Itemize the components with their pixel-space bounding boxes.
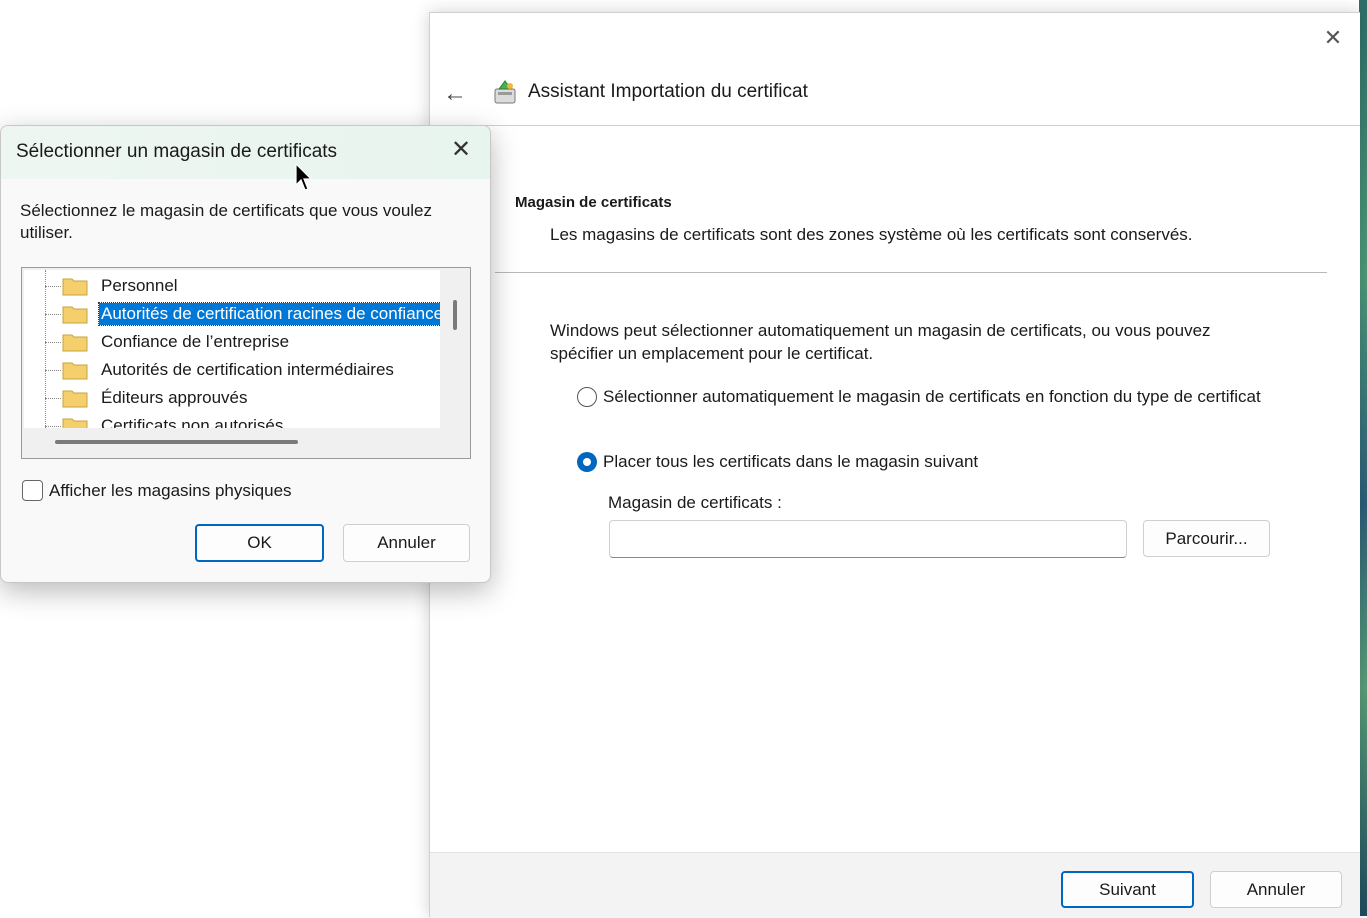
mouse-cursor-icon — [295, 163, 313, 191]
tree-connector — [45, 426, 61, 427]
desktop-background — [1359, 0, 1367, 916]
store-field-label: Magasin de certificats : — [608, 493, 782, 512]
close-icon[interactable]: ✕ — [1322, 27, 1344, 49]
select-store-dialog: Sélectionner un magasin de certificats ✕… — [0, 125, 491, 583]
tree-connector — [45, 286, 61, 287]
store-tree[interactable]: Personnel Autorités de certification rac… — [21, 267, 471, 459]
show-physical-stores-label: Afficher les magasins physiques — [49, 480, 292, 500]
tree-item-trusted-publishers[interactable]: Éditeurs approuvés — [24, 384, 440, 412]
folder-icon — [62, 306, 88, 324]
show-physical-stores-option[interactable]: Afficher les magasins physiques — [22, 480, 292, 501]
browse-button[interactable]: Parcourir... — [1143, 520, 1270, 557]
wizard-title: Assistant Importation du certificat — [528, 81, 808, 102]
tree-connector — [45, 398, 61, 399]
dialog-close-icon[interactable]: ✕ — [449, 138, 473, 162]
tree-item-enterprise-trust[interactable]: Confiance de l’entreprise — [24, 328, 440, 356]
place-in-store-radio[interactable] — [577, 452, 597, 472]
back-arrow-icon[interactable]: ← — [440, 79, 470, 109]
place-in-store-radio-label: Placer tous les certificats dans le maga… — [603, 452, 979, 471]
tree-item-label: Confiance de l’entreprise — [101, 332, 290, 351]
vertical-scrollbar[interactable] — [453, 300, 457, 330]
tree-item-label: Autorités de certification intermédiaire… — [101, 360, 394, 379]
section-description: Les magasins de certificats sont des zon… — [550, 225, 1193, 244]
tree-item-label: Personnel — [101, 276, 178, 295]
dialog-titlebar[interactable]: Sélectionner un magasin de certificats ✕ — [1, 126, 490, 179]
tree-connector — [45, 314, 61, 315]
wizard-footer: Suivant Annuler — [430, 852, 1360, 918]
dialog-title: Sélectionner un magasin de certificats — [16, 141, 338, 162]
cancel-button[interactable]: Annuler — [1210, 871, 1342, 908]
next-button[interactable]: Suivant — [1061, 871, 1194, 908]
section-title: Magasin de certificats — [515, 194, 672, 211]
store-tree-list: Personnel Autorités de certification rac… — [24, 270, 440, 428]
show-physical-stores-checkbox[interactable] — [22, 480, 43, 501]
auto-select-radio[interactable] — [577, 387, 597, 407]
tree-item-trusted-root[interactable]: Autorités de certification racines de co… — [24, 300, 440, 328]
dialog-prompt: Sélectionnez le magasin de certificats q… — [20, 201, 433, 242]
wizard-header: ← Assistant Importation du certificat — [430, 69, 1360, 126]
certificate-import-wizard-window: ✕ ← Assistant Importation du certificat … — [429, 12, 1360, 918]
folder-icon — [62, 362, 88, 380]
tree-item-intermediate[interactable]: Autorités de certification intermédiaire… — [24, 356, 440, 384]
ok-button[interactable]: OK — [195, 524, 324, 562]
tree-connector — [45, 342, 61, 343]
dialog-cancel-button[interactable]: Annuler — [343, 524, 470, 562]
tree-item-label: Certificats non autorisés — [101, 416, 284, 428]
tree-item-personnel[interactable]: Personnel — [24, 272, 440, 300]
auto-select-radio-label: Sélectionner automatiquement le magasin … — [603, 387, 1261, 406]
folder-icon — [62, 390, 88, 408]
tree-item-untrusted[interactable]: Certificats non autorisés — [24, 412, 440, 428]
store-input[interactable] — [609, 520, 1127, 558]
place-in-store-radio-option[interactable]: Placer tous les certificats dans le maga… — [577, 450, 1283, 473]
auto-select-radio-option[interactable]: Sélectionner automatiquement le magasin … — [577, 385, 1283, 408]
tree-item-label: Autorités de certification racines de co… — [97, 302, 440, 326]
folder-icon — [62, 334, 88, 352]
folder-icon — [62, 278, 88, 296]
tree-connector — [45, 370, 61, 371]
tree-item-label: Éditeurs approuvés — [101, 388, 248, 407]
separator — [495, 272, 1327, 273]
certificate-wizard-icon — [494, 80, 516, 104]
folder-icon — [62, 418, 88, 428]
horizontal-scrollbar[interactable] — [55, 440, 298, 444]
intro-text: Windows peut sélectionner automatiquemen… — [550, 321, 1211, 363]
